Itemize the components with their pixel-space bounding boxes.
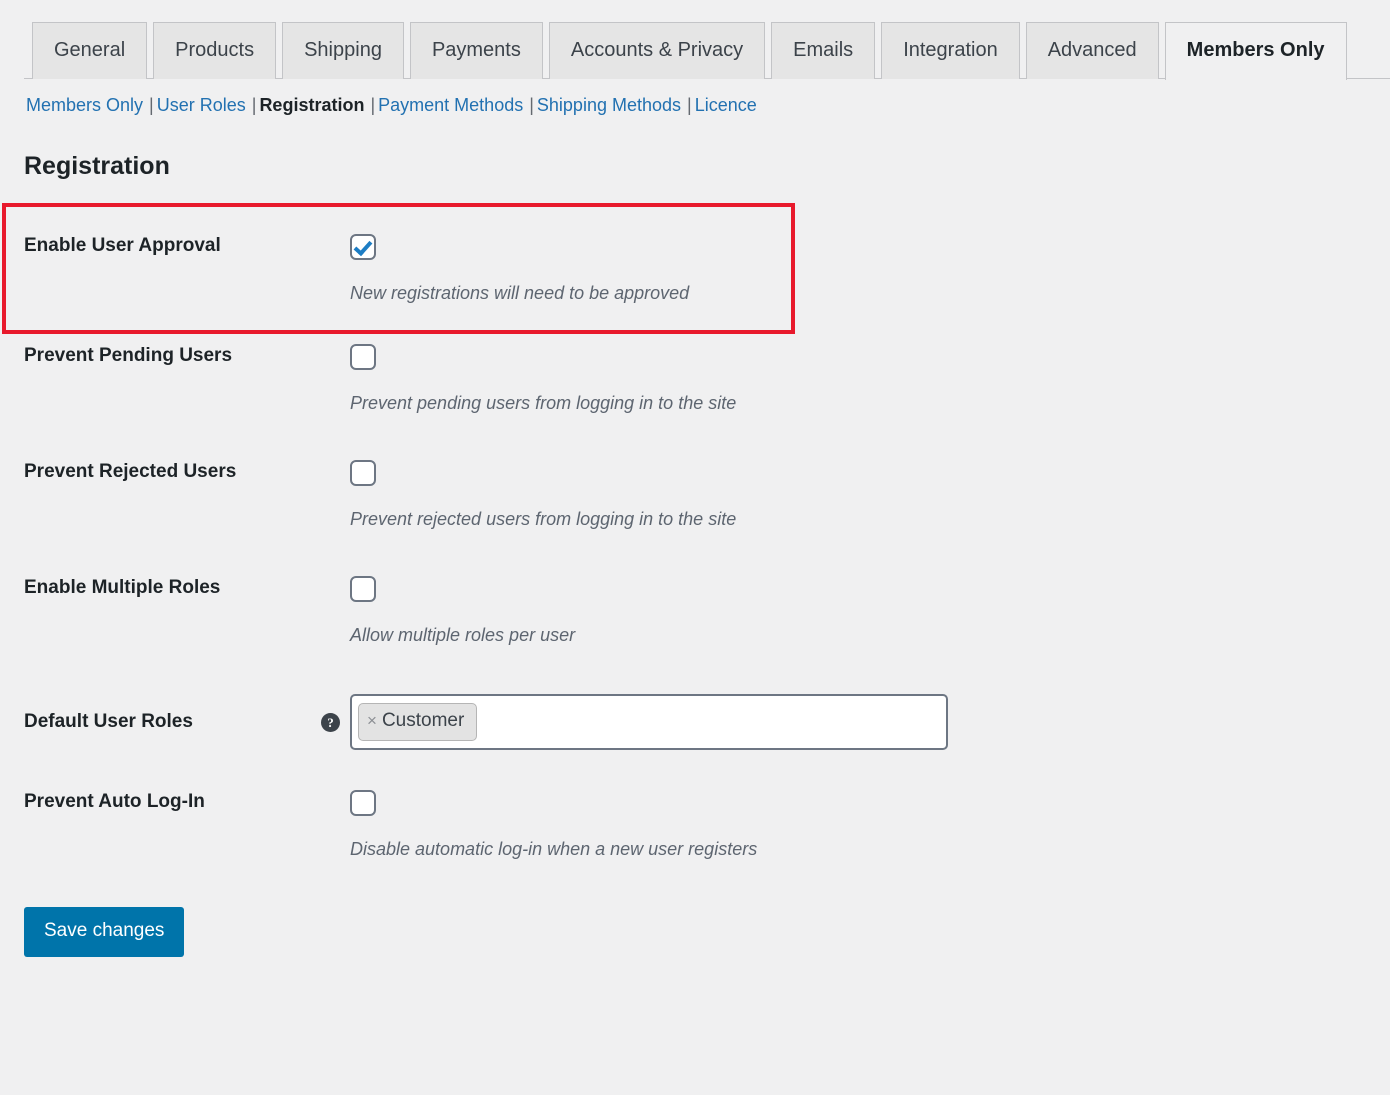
tab-label: Products [175,39,255,61]
setting-field: Disable automatic log-in when a new user… [350,790,1390,861]
setting-label-wrap: Prevent Auto Log-In [0,790,350,814]
setting-label-wrap: Enable User Approval [0,234,350,258]
tab-emails[interactable]: Emails [771,22,876,79]
setting-label-wrap: Default User Roles ? [0,710,350,734]
prevent-pending-users-checkbox[interactable] [350,344,376,370]
subnav-item-user-roles[interactable]: User Roles [157,95,246,115]
save-changes-button[interactable]: Save changes [24,907,185,957]
setting-label-wrap: Prevent Rejected Users [0,460,350,484]
subnav-item-registration[interactable]: Registration [259,95,364,115]
tab-label: Emails [793,39,854,61]
setting-field: × Customer [350,694,1390,750]
tab-label: Payments [431,39,521,61]
setting-label: Default User Roles [24,711,193,732]
page-title: Registration [24,152,170,180]
prevent-rejected-users-checkbox[interactable] [350,460,376,486]
tab-general[interactable]: General [32,22,148,79]
remove-tag-icon[interactable]: × [367,709,377,733]
setting-label: Enable Multiple Roles [24,577,221,598]
setting-label: Prevent Auto Log-In [24,791,205,812]
settings-tab-bar: General Products Shipping Payments Accou… [0,0,1390,80]
setting-description: Prevent pending users from logging in to… [350,393,737,413]
setting-description: Disable automatic log-in when a new user… [350,839,758,859]
setting-label-wrap: Prevent Pending Users [0,344,350,368]
tab-label: General [54,39,126,61]
setting-field: New registrations will need to be approv… [350,234,1390,305]
tab-advanced[interactable]: Advanced [1025,22,1159,79]
subnav-separator: | [529,95,534,115]
tab-label: Shipping [304,39,382,61]
subnav-separator: | [251,95,257,115]
help-icon[interactable]: ? [321,712,340,732]
subnav-separator: | [370,95,376,115]
setting-row-prevent-auto-login: Prevent Auto Log-In Disable automatic lo… [0,750,1390,861]
default-user-roles-input[interactable]: × Customer [350,694,948,750]
setting-label: Prevent Pending Users [24,345,233,366]
setting-row-enable-multiple-roles: Enable Multiple Roles Allow multiple rol… [0,531,1390,647]
tag-label: Customer [381,710,465,731]
tab-members-only[interactable]: Members Only [1164,22,1347,80]
tab-label: Advanced [1047,39,1137,61]
subnav-item-payment-methods[interactable]: Payment Methods [378,95,523,115]
enable-multiple-roles-checkbox[interactable] [350,576,376,602]
prevent-auto-login-checkbox[interactable] [350,790,376,816]
setting-description: New registrations will need to be approv… [350,283,690,303]
tab-accounts-privacy[interactable]: Accounts & Privacy [548,22,766,79]
enable-user-approval-checkbox[interactable] [350,234,376,260]
form-footer: Save changes [0,861,1390,957]
setting-field: Prevent rejected users from logging in t… [350,460,1390,531]
setting-field: Allow multiple roles per user [350,576,1390,647]
setting-row-prevent-pending-users: Prevent Pending Users Prevent pending us… [0,305,1390,415]
subnav-item-licence[interactable]: Licence [695,95,757,115]
setting-row-prevent-rejected-users: Prevent Rejected Users Prevent rejected … [0,415,1390,531]
subnav-separator: | [149,95,154,115]
tab-integration[interactable]: Integration [881,22,1020,79]
tab-shipping[interactable]: Shipping [282,22,404,79]
subnav-item-members-only[interactable]: Members Only [26,95,143,115]
tab-label: Integration [903,39,998,61]
setting-label: Prevent Rejected Users [24,461,237,482]
setting-description: Prevent rejected users from logging in t… [350,509,737,529]
tab-label: Members Only [1186,39,1325,61]
setting-field: Prevent pending users from logging in to… [350,344,1390,415]
setting-row-enable-user-approval: Enable User Approval New registrations w… [0,203,1390,305]
subnav-item-shipping-methods[interactable]: Shipping Methods [537,95,681,115]
setting-label-wrap: Enable Multiple Roles [0,576,350,600]
subnav: Members Only | User Roles | Registration | Pay… [0,79,1390,117]
setting-label: Enable User Approval [24,235,221,256]
subnav-separator: | [687,95,692,115]
tag-customer[interactable]: × Customer [358,703,478,741]
tab-products[interactable]: Products [153,22,277,79]
tab-payments[interactable]: Payments [409,22,543,79]
setting-description: Allow multiple roles per user [350,625,576,645]
tab-label: Accounts & Privacy [570,39,744,61]
registration-settings-form: Enable User Approval New registrations w… [0,203,1390,957]
setting-row-default-user-roles: Default User Roles ? × Customer [0,647,1390,750]
